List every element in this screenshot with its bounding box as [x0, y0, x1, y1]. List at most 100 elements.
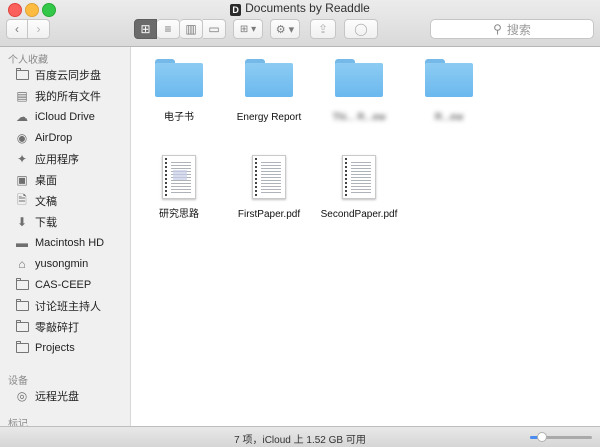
sidebar-item-odds-and-ends[interactable]: 零敲碎打	[0, 317, 130, 337]
window-title-text: Documents by Readdle	[245, 1, 370, 15]
sidebar-item-label: 讨论班主持人	[35, 301, 101, 313]
gear-icon: ⚙ ▾	[275, 23, 295, 36]
tag-icon: ◯	[354, 22, 368, 36]
sidebar-item-macintosh-hd[interactable]: ▬ Macintosh HD	[0, 233, 130, 253]
sidebar-item-label: 零敲碎打	[35, 322, 79, 334]
folder-icon	[245, 59, 293, 97]
tags-button[interactable]: ◯	[344, 19, 378, 39]
search-field[interactable]: ⚲ 搜索	[430, 19, 594, 39]
forward-button[interactable]: ›	[28, 19, 50, 39]
sidebar-item-projects[interactable]: Projects	[0, 338, 130, 358]
grid-icon: ⊞	[140, 22, 151, 36]
sidebar-item-label: 应用程序	[35, 154, 79, 166]
document-icon	[162, 155, 196, 199]
folder-icon	[15, 68, 29, 82]
documents-icon: 🗎	[17, 192, 27, 207]
icon-size-slider[interactable]	[530, 432, 592, 442]
sidebar-item-label: 远程光盘	[35, 391, 79, 403]
list-view-button[interactable]: ≡	[157, 19, 180, 39]
sidebar-item-label: 我的所有文件	[35, 91, 101, 103]
document-item[interactable]: SecondPaper.pdf	[314, 155, 404, 221]
status-text: 7 项，iCloud 上 1.52 GB 可用	[234, 435, 366, 446]
file-name: 电子书	[164, 112, 194, 123]
sidebar-item-icloud-drive[interactable]: ☁ iCloud Drive	[0, 107, 130, 127]
desktop-icon: ▣	[16, 173, 28, 187]
cover-flow-button[interactable]: ▭	[203, 19, 226, 39]
sidebar-item-airdrop[interactable]: ◉ AirDrop	[0, 128, 130, 148]
share-button[interactable]: ⇪	[310, 19, 336, 39]
applications-icon: ✦	[16, 152, 28, 166]
sidebar-item-label: CAS-CEEP	[35, 279, 92, 291]
file-name: SecondPaper.pdf	[320, 209, 398, 220]
harddisk-icon: ▬	[16, 236, 28, 250]
file-name: R...ew	[434, 112, 464, 123]
pdf-document-icon	[252, 155, 286, 199]
cover-flow-icon: ▭	[208, 22, 220, 36]
tags-header: 标记	[8, 419, 28, 426]
finder-window: D Documents by Readdle ‹ › ⊞ ≡ ▥ ▭ ⊞ ▾ ⚙ …	[0, 0, 600, 447]
search-icon: ⚲	[493, 22, 502, 36]
columns-icon: ▥	[185, 22, 197, 36]
chevron-left-icon: ‹	[15, 22, 19, 36]
document-item[interactable]: 研究思路	[134, 155, 224, 221]
document-item[interactable]: FirstPaper.pdf	[224, 155, 314, 221]
folder-item[interactable]: Thi... R...ew	[314, 59, 404, 124]
file-browser: 电子书 Energy Report Thi... R...ew R...ew 研…	[131, 47, 600, 426]
folder-icon	[15, 278, 29, 292]
all-files-icon: ▤	[16, 89, 28, 103]
folder-icon	[425, 59, 473, 97]
view-mode-control: ⊞ ≡ ▥ ▭	[134, 19, 226, 39]
title-bar: D Documents by Readdle ‹ › ⊞ ≡ ▥ ▭ ⊞ ▾ ⚙ …	[0, 0, 600, 47]
sidebar-item-label: 下载	[35, 217, 57, 229]
sidebar-item-seminar-host[interactable]: 讨论班主持人	[0, 296, 130, 316]
sidebar-item-all-my-files[interactable]: ▤ 我的所有文件	[0, 86, 130, 106]
sidebar-item-baidu-sync[interactable]: 百度云同步盘	[0, 65, 130, 85]
sidebar-item-downloads[interactable]: ⬇ 下载	[0, 212, 130, 232]
icon-view-button[interactable]: ⊞	[134, 19, 157, 39]
devices-header: 设备	[8, 376, 28, 387]
pdf-document-icon	[342, 155, 376, 199]
sidebar-item-label: 百度云同步盘	[35, 70, 101, 82]
folder-icon	[155, 59, 203, 97]
cloud-icon: ☁	[16, 110, 28, 124]
download-icon: ⬇	[16, 215, 28, 229]
file-name: Energy Report	[236, 112, 302, 123]
sidebar-item-desktop[interactable]: ▣ 桌面	[0, 170, 130, 190]
navigation-buttons: ‹ ›	[6, 19, 50, 39]
share-icon: ⇪	[317, 22, 329, 36]
chevron-right-icon: ›	[36, 22, 41, 36]
folder-item[interactable]: Energy Report	[224, 59, 314, 124]
file-name: FirstPaper.pdf	[237, 209, 301, 220]
back-button[interactable]: ‹	[6, 19, 28, 39]
sidebar-item-label: Projects	[35, 342, 75, 354]
sidebar-item-label: Macintosh HD	[35, 237, 105, 249]
sidebar-item-remote-disc[interactable]: ◎ 远程光盘	[0, 386, 130, 406]
folder-item[interactable]: 电子书	[134, 59, 224, 124]
search-placeholder: 搜索	[506, 22, 531, 37]
remote-disc-icon: ◎	[16, 389, 28, 403]
sidebar-item-label: 文稿	[35, 196, 57, 208]
list-icon: ≡	[164, 22, 172, 36]
sidebar-item-cas-ceep[interactable]: CAS-CEEP	[0, 275, 130, 295]
arrange-button[interactable]: ⊞ ▾	[233, 19, 263, 39]
action-button[interactable]: ⚙ ▾	[270, 19, 300, 39]
folder-icon	[15, 341, 29, 355]
sidebar-item-label: yusongmin	[35, 258, 89, 270]
arrange-grid-icon: ⊞ ▾	[239, 23, 257, 35]
sidebar-item-label: iCloud Drive	[35, 111, 95, 123]
sidebar: 个人收藏 百度云同步盘 ▤ 我的所有文件 ☁ iCloud Drive ◉ Ai…	[0, 47, 131, 426]
sidebar-item-label: 桌面	[35, 175, 57, 187]
sidebar-item-applications[interactable]: ✦ 应用程序	[0, 149, 130, 169]
favorites-header: 个人收藏	[8, 55, 48, 66]
file-name: 研究思路	[159, 209, 199, 220]
folder-icon	[15, 299, 29, 313]
home-icon: ⌂	[18, 257, 26, 271]
status-bar: 7 项，iCloud 上 1.52 GB 可用	[0, 426, 600, 447]
sidebar-item-documents[interactable]: 🗎 文稿	[0, 191, 130, 211]
folder-item[interactable]: R...ew	[404, 59, 494, 124]
column-view-button[interactable]: ▥	[180, 19, 203, 39]
folder-icon	[15, 320, 29, 334]
sidebar-item-label: AirDrop	[35, 132, 73, 144]
folder-icon	[335, 59, 383, 97]
sidebar-item-home[interactable]: ⌂ yusongmin	[0, 254, 130, 274]
